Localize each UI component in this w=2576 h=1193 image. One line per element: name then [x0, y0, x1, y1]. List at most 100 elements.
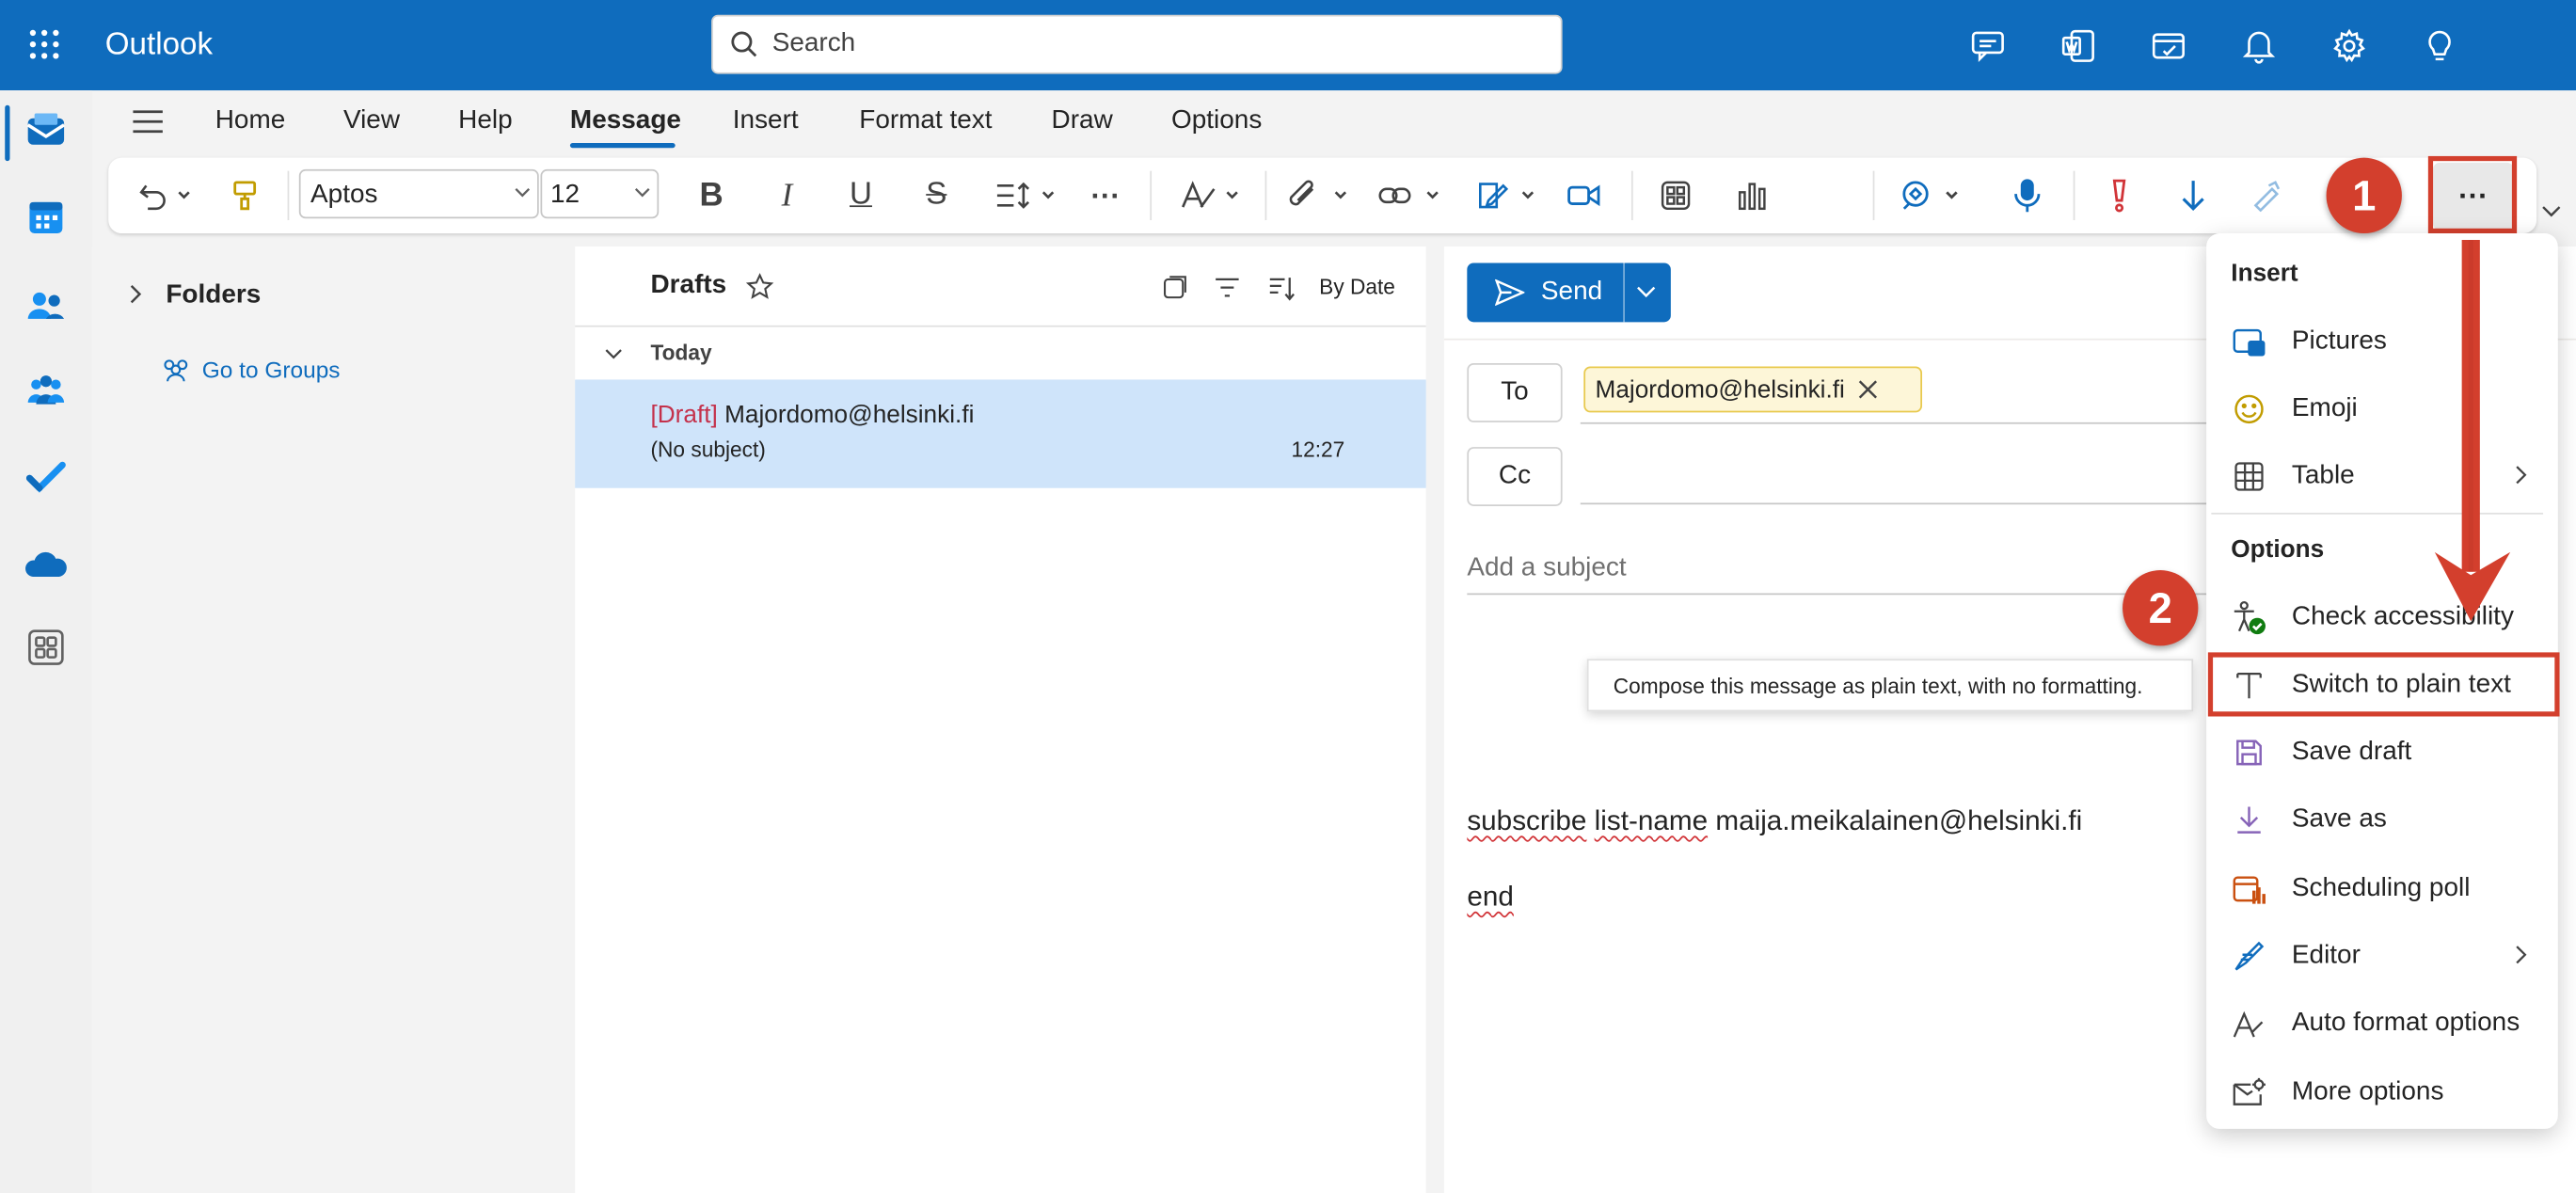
low-importance-icon[interactable]: [2175, 174, 2211, 216]
to-button[interactable]: To: [1467, 362, 1563, 422]
gear-icon[interactable]: [2330, 26, 2369, 66]
notes-icon[interactable]: [2149, 26, 2188, 66]
undo-icon[interactable]: [132, 174, 198, 216]
sort-label[interactable]: By Date: [1319, 275, 1395, 299]
star-icon[interactable]: [744, 271, 773, 300]
folders-label[interactable]: Folders: [166, 281, 261, 310]
send-button[interactable]: Send: [1467, 262, 1671, 323]
strikethrough-icon[interactable]: S: [918, 174, 954, 216]
send-icon: [1495, 278, 1525, 306]
font-size-select[interactable]: 12: [540, 168, 660, 219]
tab-draw[interactable]: Draw: [1052, 107, 1113, 136]
list-header-divider: [575, 325, 1426, 327]
italic-icon[interactable]: I: [769, 174, 804, 216]
list-item-time: 12:27: [1291, 437, 1345, 462]
close-icon[interactable]: [1858, 379, 1878, 399]
lightbulb-icon[interactable]: [2420, 26, 2459, 66]
group-header-today[interactable]: Today: [650, 341, 711, 365]
menu-item-more-options[interactable]: More options: [2231, 1068, 2443, 1117]
font-family-select[interactable]: Aptos: [298, 168, 539, 219]
link-icon[interactable]: [1376, 174, 1445, 216]
sensitivity-icon[interactable]: [2248, 174, 2316, 216]
tab-view[interactable]: View: [343, 107, 400, 136]
menu-item-save-draft[interactable]: Save draft: [2231, 728, 2411, 777]
tab-message[interactable]: Message: [570, 107, 681, 136]
bell-icon[interactable]: [2239, 26, 2279, 66]
mail-icon[interactable]: [23, 108, 69, 154]
groups-icon[interactable]: [23, 368, 69, 414]
list-title: Drafts: [650, 271, 727, 299]
high-importance-icon[interactable]: [2101, 174, 2137, 216]
styles-icon[interactable]: [1176, 174, 1245, 216]
send-options-chevron-icon[interactable]: [1636, 286, 1656, 299]
apps-icon[interactable]: [23, 625, 69, 671]
filter-icon[interactable]: [1213, 273, 1242, 302]
tooltip: Compose this message as plain text, with…: [1586, 659, 2194, 712]
active-tab-underline: [569, 142, 676, 149]
app-launcher-icon[interactable]: [26, 26, 62, 62]
format-painter-icon[interactable]: [227, 174, 262, 216]
body-line-1[interactable]: subscribe list-name maija.meikalainen@he…: [1467, 805, 2082, 838]
sort-icon[interactable]: [1266, 273, 1296, 302]
microphone-icon[interactable]: [2010, 174, 2045, 216]
chevron-right-icon[interactable]: [125, 281, 148, 308]
underline-icon[interactable]: U: [843, 174, 879, 216]
menu-section-insert: Insert: [2231, 259, 2298, 288]
editor-pen-icon: [2231, 938, 2266, 974]
annotation-step-2: 2: [2123, 570, 2199, 646]
line-spacing-icon[interactable]: [993, 174, 1061, 216]
search-input[interactable]: Search: [711, 14, 1563, 74]
menu-section-options: Options: [2231, 535, 2325, 565]
cc-button[interactable]: Cc: [1467, 447, 1563, 506]
body-line-2[interactable]: end: [1467, 881, 1514, 914]
app-title[interactable]: Outlook: [105, 28, 213, 64]
folder-pane: [91, 246, 576, 1193]
cc-field[interactable]: [1580, 502, 2238, 505]
menu-item-save-as[interactable]: Save as: [2231, 795, 2387, 844]
todo-icon[interactable]: [23, 453, 69, 500]
tab-format-text[interactable]: Format text: [859, 107, 992, 136]
insights-icon[interactable]: [1731, 174, 1771, 216]
video-icon[interactable]: [1564, 174, 1603, 216]
recipient-chip[interactable]: Majordomo@helsinki.fi: [1583, 366, 1923, 413]
ribbon-expand-icon[interactable]: [2538, 200, 2565, 223]
attach-icon[interactable]: [1285, 174, 1354, 216]
menu-item-table[interactable]: Table: [2231, 452, 2355, 501]
bold-icon[interactable]: B: [693, 174, 729, 216]
search-icon: [729, 29, 758, 58]
menu-item-scheduling-poll[interactable]: Scheduling poll: [2231, 865, 2470, 914]
menu-item-pictures[interactable]: Pictures: [2231, 317, 2387, 366]
list-item-sender: [Draft] Majordomo@helsinki.fi: [650, 401, 974, 429]
chevron-down-icon: [515, 187, 531, 199]
onedrive-icon[interactable]: [23, 542, 69, 588]
copilot-icon[interactable]: [1896, 174, 1964, 216]
to-field-underline: [1580, 422, 2238, 424]
mail-settings-icon: [2231, 1074, 2266, 1110]
menu-item-emoji[interactable]: Emoji: [2231, 385, 2358, 434]
select-icon[interactable]: [1160, 273, 1189, 302]
menu-item-auto-format-options[interactable]: Auto format options: [2231, 999, 2520, 1048]
list-item[interactable]: [575, 379, 1426, 488]
hamburger-menu-icon[interactable]: [128, 102, 167, 141]
search-placeholder: Search: [771, 29, 856, 58]
people-icon[interactable]: [23, 282, 69, 328]
apps-grid-icon[interactable]: [1656, 174, 1695, 216]
groups-link-icon: [161, 357, 190, 383]
signature-icon[interactable]: [1472, 174, 1541, 216]
word-icon[interactable]: [2059, 26, 2098, 66]
list-item-subject: (No subject): [650, 437, 766, 462]
go-to-groups-link[interactable]: Go to Groups: [161, 357, 341, 383]
tab-home[interactable]: Home: [215, 107, 286, 136]
menu-item-editor[interactable]: Editor: [2231, 931, 2361, 980]
tab-options[interactable]: Options: [1171, 107, 1262, 136]
tab-help[interactable]: Help: [458, 107, 512, 136]
subject-input[interactable]: Add a subject: [1467, 554, 1626, 583]
tab-insert[interactable]: Insert: [733, 107, 799, 136]
table-icon: [2231, 458, 2266, 494]
more-formatting-icon[interactable]: ···: [1088, 174, 1123, 216]
chat-icon[interactable]: [1968, 26, 2008, 66]
save-icon: [2231, 735, 2266, 771]
calendar-icon[interactable]: [23, 194, 69, 240]
chevron-down-icon[interactable]: [601, 342, 624, 364]
annotation-box-plain-text: [2207, 652, 2560, 717]
